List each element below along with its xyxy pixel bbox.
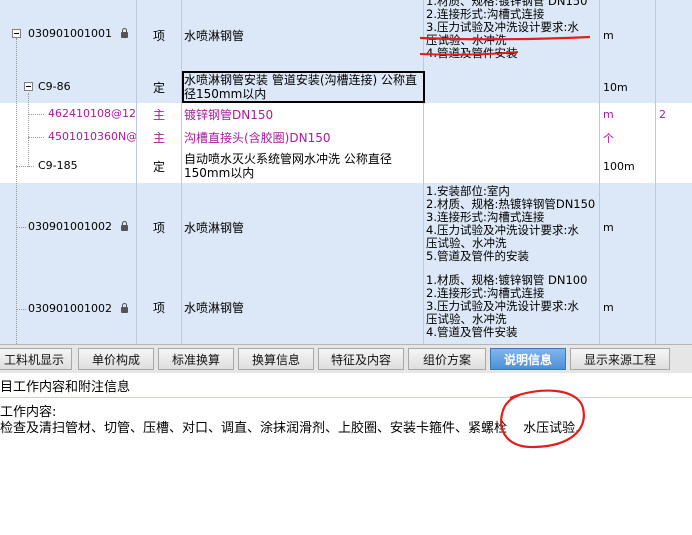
item-name-text: 自动喷水灭火系统管网水冲洗 公称直径150mm以内: [184, 152, 392, 180]
tree-guide: [16, 309, 26, 310]
item-code: C9-185: [38, 159, 78, 172]
unit-cell: 个: [600, 126, 656, 149]
type-cell: 主: [137, 126, 182, 149]
feature-line: 5.管道及管件的安装: [426, 249, 529, 263]
tab-description[interactable]: 说明信息: [490, 348, 566, 370]
lock-icon: [121, 221, 128, 231]
feature-line: 4.管道及管件安装: [426, 46, 518, 60]
item-name[interactable]: 水喷淋钢管: [182, 183, 424, 271]
feature-cell[interactable]: [424, 71, 600, 103]
unit-cell: m: [600, 271, 656, 344]
tree-guide: [16, 38, 17, 344]
feature-cell[interactable]: 1.材质、规格:镀锌钢管 DN150 2.连接形式:沟槽式连接 3.压力试验及冲…: [424, 0, 600, 71]
tab-unit-price[interactable]: 单价构成: [78, 348, 154, 370]
code-cell[interactable]: 030901001001: [0, 0, 137, 71]
tab-pricing-plan[interactable]: 组价方案: [408, 348, 486, 370]
collapse-icon[interactable]: [12, 29, 21, 38]
qty-cell: [656, 271, 692, 344]
qty-cell: [656, 0, 692, 71]
code-cell[interactable]: 462410108@12: [0, 103, 137, 126]
table-row[interactable]: 030901001002 项 水喷淋钢管 1.安装部位:室内 2.材质、规格:热…: [0, 183, 692, 272]
tab-features-content[interactable]: 特征及内容: [318, 348, 404, 370]
tab-standard-conversion[interactable]: 标准换算: [158, 348, 234, 370]
item-name[interactable]: 水喷淋钢管: [182, 271, 424, 344]
lock-icon: [121, 28, 128, 38]
work-content-steps: 检查及清扫管材、切管、压槽、对口、调直、涂抹润滑剂、上胶圈、安装卡箍件、紧螺栓: [0, 421, 508, 436]
unit-cell: m: [600, 183, 656, 271]
item-code: 030901001002: [28, 302, 112, 315]
item-code: 030901001002: [28, 220, 112, 233]
qty-cell: [656, 71, 692, 103]
description-panel: 目工作内容和附注信息 工作内容: 检查及清扫管材、切管、压槽、对口、调直、涂抹润…: [0, 373, 692, 535]
type-cell: 主: [137, 103, 182, 126]
tree-guide: [28, 137, 44, 138]
tree-guide: [28, 93, 29, 167]
table-row[interactable]: 030901001001 项 水喷淋钢管 1.材质、规格:镀锌钢管 DN150 …: [0, 0, 692, 72]
feature-cell[interactable]: [424, 126, 600, 149]
unit-cell: 10m: [600, 71, 656, 103]
unit-cell: m: [600, 103, 656, 126]
tree-guide: [28, 114, 44, 115]
qty-cell: [656, 149, 692, 183]
type-cell: 项: [137, 183, 182, 271]
item-code: 4501010360N@11: [48, 130, 137, 143]
qty-cell: 2: [659, 108, 666, 121]
table-row[interactable]: 4501010360N@11 主 沟槽直接头(含胶圈)DN150 个: [0, 126, 692, 150]
tree-guide: [16, 227, 26, 228]
qty-cell: [656, 126, 692, 149]
item-name-text: 水喷淋钢管安装 管道安装(沟槽连接) 公称直径150mm以内: [184, 73, 417, 101]
qty-cell: [656, 183, 692, 271]
type-cell: 定: [137, 149, 182, 183]
code-cell[interactable]: 4501010360N@11: [0, 126, 137, 149]
tree-guide: [16, 166, 34, 167]
work-content-highlight: 水压试验.: [523, 421, 580, 436]
unit-cell: 100m: [600, 149, 656, 183]
lock-icon: [121, 303, 128, 313]
type-cell: 项: [137, 271, 182, 344]
item-name[interactable]: 水喷淋钢管: [182, 0, 424, 71]
unit-cell: m: [600, 0, 656, 71]
item-code: 462410108@12: [48, 107, 136, 120]
table-row[interactable]: 030901001002 项 水喷淋钢管 1.材质、规格:镀锌钢管 DN100 …: [0, 271, 692, 344]
item-code: 030901001001: [28, 27, 112, 40]
collapse-icon[interactable]: [24, 82, 33, 91]
code-cell[interactable]: 030901001002: [0, 271, 137, 344]
item-name[interactable]: 沟槽直接头(含胶圈)DN150: [182, 126, 424, 149]
table-row[interactable]: 462410108@12 主 镀锌钢管DN150 m 2: [0, 103, 692, 127]
table-row[interactable]: C9-86 定 水喷淋钢管安装 管道安装(沟槽连接) 公称直径150mm以内 1…: [0, 71, 692, 104]
item-code: C9-86: [38, 80, 71, 93]
type-cell: 项: [137, 0, 182, 71]
item-name[interactable]: 水喷淋钢管安装 管道安装(沟槽连接) 公称直径150mm以内: [182, 71, 424, 103]
feature-line: 4.管道及管件安装: [426, 325, 518, 339]
type-cell: 定: [137, 71, 182, 103]
detail-tab-bar: 工料机显示 单价构成 标准换算 换算信息 特征及内容 组价方案 说明信息 显示来…: [0, 344, 692, 374]
feature-cell[interactable]: 1.安装部位:室内 2.材质、规格:热镀锌钢管DN150 3.连接形式:沟槽式连…: [424, 183, 600, 271]
tab-labor-material[interactable]: 工料机显示: [0, 348, 72, 370]
work-content-text: 检查及清扫管材、切管、压槽、对口、调直、涂抹润滑剂、上胶圈、安装卡箍件、紧螺栓 …: [0, 417, 579, 436]
quota-grid[interactable]: 030901001001 项 水喷淋钢管 1.材质、规格:镀锌钢管 DN150 …: [0, 0, 692, 344]
feature-cell[interactable]: [424, 149, 600, 183]
item-name[interactable]: 镀锌钢管DN150: [182, 103, 424, 126]
code-cell[interactable]: C9-86: [0, 71, 137, 103]
tab-source-project[interactable]: 显示来源工程: [570, 348, 670, 370]
table-row[interactable]: C9-185 定 自动喷水灭火系统管网水冲洗 公称直径150mm以内 100m: [0, 149, 692, 184]
tab-conversion-info[interactable]: 换算信息: [238, 348, 314, 370]
feature-cell[interactable]: [424, 103, 600, 126]
section-heading: 目工作内容和附注信息: [0, 373, 692, 398]
feature-cell[interactable]: 1.材质、规格:镀锌钢管 DN100 2.连接形式:沟槽式连接 3.压力试验及冲…: [424, 271, 600, 344]
item-name[interactable]: 自动喷水灭火系统管网水冲洗 公称直径150mm以内: [182, 149, 424, 183]
